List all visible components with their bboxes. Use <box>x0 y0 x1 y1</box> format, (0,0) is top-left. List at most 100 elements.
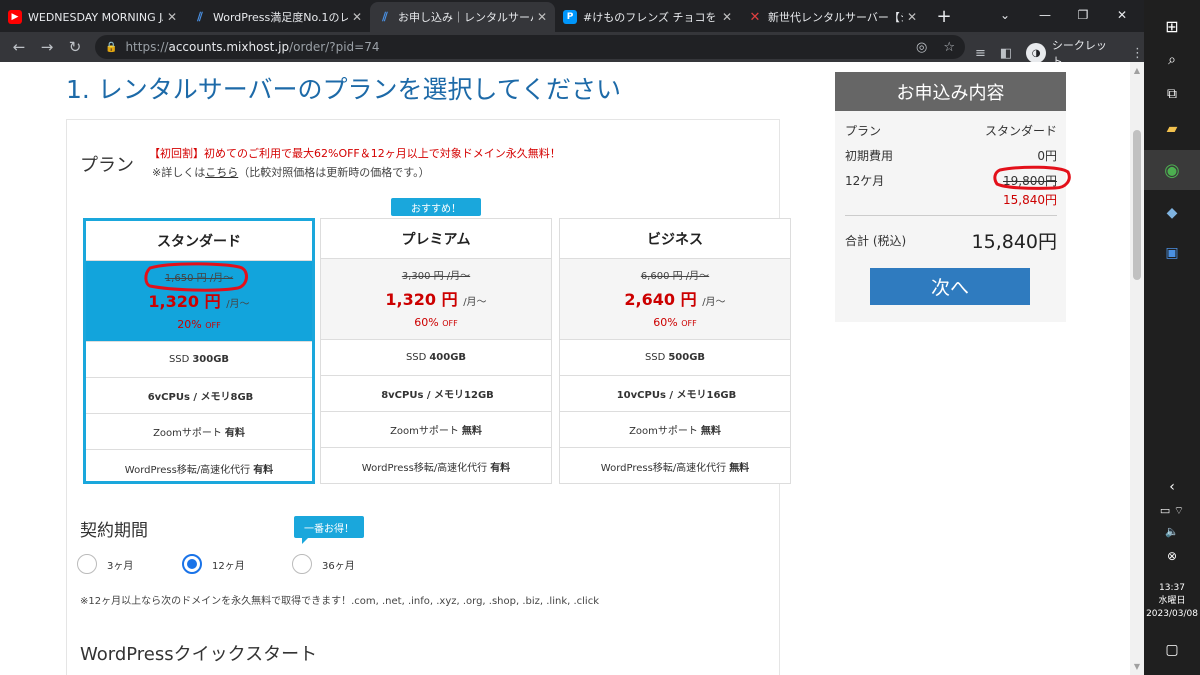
side-panel-icon[interactable]: ◧ <box>1000 46 1012 61</box>
mixhost-icon: ⫽ <box>382 9 388 24</box>
plan-card-business[interactable]: ビジネス 6,600 円 /月～ 2,640 円 /月～ 60% OFF SSD… <box>559 218 791 484</box>
price-value: 2,640 円 <box>624 290 697 309</box>
feature-cpu: 6vCPUs / メモリ8GB <box>86 378 312 414</box>
term-option-3m[interactable]: 3ヶ月 <box>77 554 133 574</box>
menu-icon[interactable]: ⋮ <box>1131 46 1144 61</box>
tab-search-icon[interactable]: ⌄ <box>985 0 1025 30</box>
chevron-left-icon[interactable]: ‹ <box>1144 474 1200 500</box>
reload-icon[interactable]: ↻ <box>61 38 89 56</box>
close-tab-icon[interactable]: ✕ <box>352 10 362 24</box>
windows-start-icon[interactable]: ⊞ <box>1144 8 1200 44</box>
url-host: accounts.mixhost.jp <box>168 40 290 54</box>
media-icon[interactable]: ≡ <box>975 46 986 61</box>
next-button[interactable]: 次へ <box>870 268 1030 305</box>
notification-close-icon[interactable]: ⊗ <box>1144 545 1200 567</box>
photos-icon[interactable]: ▣ <box>1144 236 1200 270</box>
close-tab-icon[interactable]: ✕ <box>167 10 177 24</box>
price-unit: /月～ <box>463 297 487 308</box>
chrome-icon[interactable]: ◉ <box>1144 150 1200 190</box>
scroll-thumb[interactable] <box>1133 130 1141 280</box>
url-scheme: https:// <box>125 40 169 54</box>
restore-icon[interactable]: ❐ <box>1063 0 1103 30</box>
taskbar-clock[interactable]: 13:37 水曜日 2023/03/08 <box>1144 582 1200 621</box>
total-label: 合計 (税込) <box>845 234 907 248</box>
minimize-icon[interactable]: — <box>1025 0 1065 30</box>
scroll-up-icon[interactable]: ▲ <box>1130 66 1144 75</box>
discount-price: 1,320 円 /月～ <box>86 288 312 312</box>
discount-rate: 60% OFF <box>321 316 551 329</box>
plan-section-label: プラン <box>80 155 134 176</box>
tab-title: 新世代レンタルサーバー【シン・ <box>768 11 903 24</box>
summary-value: スタンダード <box>984 124 1057 138</box>
app-icon[interactable]: ◆ <box>1144 196 1200 230</box>
search-icon[interactable]: ⌕ <box>1144 42 1200 78</box>
radio-button[interactable] <box>292 554 312 574</box>
term-option-36m[interactable]: 36ヶ月 <box>292 554 355 574</box>
radio-button-selected[interactable] <box>182 554 202 574</box>
browser-tab[interactable]: ⫽ WordPress満足度No.1のレン ✕ <box>185 2 370 32</box>
summary-value: 0円 <box>1037 149 1057 163</box>
price-value: 1,320 円 <box>385 290 458 309</box>
discount-rate: 60% OFF <box>560 316 790 329</box>
plan-card-standard[interactable]: スタンダード 1,650 円 /月～ 1,320 円 /月～ 20% OFF S… <box>83 218 315 484</box>
feature-ssd: SSD 400GB <box>321 340 551 376</box>
browser-tab[interactable]: ▶ WEDNESDAY MORNING JA ✕ <box>0 2 185 32</box>
url-path: /order/?pid=74 <box>289 40 380 54</box>
feature-ssd: SSD 300GB <box>86 342 312 378</box>
plan-panel: プラン 【初回割】初めてのご利用で最大62%OFF＆12ヶ月以上で対象ドメイン永… <box>66 119 791 675</box>
clock-date: 2023/03/08 <box>1146 609 1198 619</box>
tab-title: #けものフレンズ チョコをくれる <box>583 11 718 24</box>
order-summary: お申込み内容 プラン スタンダード 初期費用 0円 12ケ月 19,800円 1… <box>835 72 1066 322</box>
discount-off-label: OFF <box>681 319 697 328</box>
address-bar[interactable]: 🔒 https://accounts.mixhost.jp/order/?pid… <box>95 35 965 59</box>
term-option-12m[interactable]: 12ヶ月 <box>182 554 245 574</box>
plan-price-block: 6,600 円 /月～ 2,640 円 /月～ 60% OFF <box>560 259 790 340</box>
eye-off-icon[interactable]: ◎ <box>916 40 927 55</box>
tab-bar: ▶ WEDNESDAY MORNING JA ✕ ⫽ WordPress満足度N… <box>0 0 1144 32</box>
zoom-value: 有料 <box>224 428 245 439</box>
youtube-icon: ▶ <box>8 10 22 24</box>
term-label: 12ヶ月 <box>212 560 245 572</box>
back-icon[interactable]: ← <box>5 38 33 56</box>
promo-text: 【初回割】初めてのご利用で最大62%OFF＆12ヶ月以上で対象ドメイン永久無料！ <box>149 147 561 160</box>
close-window-icon[interactable]: ✕ <box>1102 0 1142 30</box>
close-tab-icon[interactable]: ✕ <box>907 10 917 24</box>
browser-tab-active[interactable]: ⫽ お申し込み｜レンタルサーバー ✕ <box>370 2 555 32</box>
incognito-icon: ◑ <box>1026 43 1046 63</box>
plan-price-block: 3,300 円 /月～ 1,320 円 /月～ 60% OFF <box>321 259 551 340</box>
radio-button[interactable] <box>77 554 97 574</box>
browser-tab[interactable]: P #けものフレンズ チョコをくれる ✕ <box>555 2 740 32</box>
browser-tab[interactable]: ✕ 新世代レンタルサーバー【シン・ ✕ <box>740 2 925 32</box>
page-content: 1. レンタルサーバーのプランを選択してください プラン 【初回割】初めてのご利… <box>0 62 1130 675</box>
summary-label: 初期費用 <box>845 149 894 163</box>
forward-icon[interactable]: → <box>33 38 61 56</box>
page-scrollbar[interactable]: ▲ ▼ <box>1130 62 1144 675</box>
bookmark-star-icon[interactable]: ☆ <box>943 40 955 55</box>
feature-zoom: Zoomサポート 無料 <box>560 412 790 448</box>
term-label: 36ヶ月 <box>322 560 355 572</box>
promo-detail-link[interactable]: こちら <box>205 166 238 179</box>
plan-card-premium[interactable]: プレミアム 3,300 円 /月～ 1,320 円 /月～ 60% OFF SS… <box>320 218 552 484</box>
summary-label: プラン <box>845 124 882 138</box>
discount-off-label: OFF <box>442 319 458 328</box>
close-tab-icon[interactable]: ✕ <box>722 10 732 24</box>
discount-rate: 20% OFF <box>86 318 312 331</box>
new-tab-button[interactable]: + <box>929 2 959 32</box>
task-view-icon[interactable]: ⧉ <box>1144 76 1200 112</box>
ssd-label: SSD <box>168 354 190 365</box>
tab-title: お申し込み｜レンタルサーバー <box>398 11 533 24</box>
volume-icon[interactable]: 🔈 <box>1144 520 1200 542</box>
term-section-label: 契約期間 <box>80 521 148 541</box>
action-center-icon[interactable]: ▢ <box>1144 636 1200 664</box>
scroll-down-icon[interactable]: ▼ <box>1130 662 1144 671</box>
discount-off-label: OFF <box>205 321 221 330</box>
discount-price: 1,320 円 /月～ <box>321 286 551 310</box>
file-explorer-icon[interactable]: ▰ <box>1144 112 1200 146</box>
ssd-value: 400GB <box>429 352 467 363</box>
battery-wifi-icon[interactable]: ▭ ⌔ <box>1144 500 1200 522</box>
ssd-value: 300GB <box>192 354 230 365</box>
feature-ssd: SSD 500GB <box>560 340 790 376</box>
close-tab-icon[interactable]: ✕ <box>537 10 547 24</box>
promo-detail-suffix: （比較対照価格は更新時の価格です。） <box>238 166 430 179</box>
mixhost-icon: ⫽ <box>197 9 203 24</box>
